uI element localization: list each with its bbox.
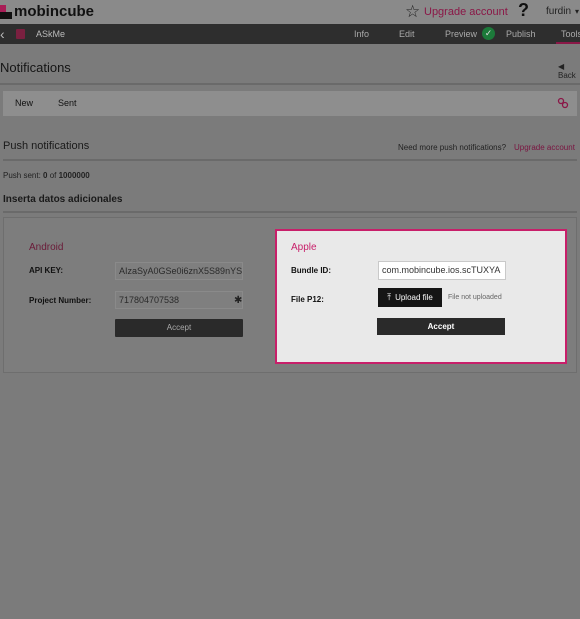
- app-name: ASkMe: [36, 29, 66, 39]
- star-icon[interactable]: ☆: [405, 3, 420, 20]
- check-icon: ✓: [482, 27, 495, 40]
- app-icon: [16, 29, 25, 39]
- upload-file-button[interactable]: ⤒ Upload file: [378, 288, 442, 307]
- need-more-text: Need more push notifications?: [398, 143, 507, 152]
- active-tab-indicator: [556, 42, 580, 44]
- required-icon: ✱: [234, 295, 243, 306]
- push-sent-of: of: [47, 171, 59, 180]
- top-bar: mobincube ☆ Upgrade account ? furdin ▾: [0, 0, 580, 24]
- page-title: Notifications: [0, 60, 71, 75]
- push-sent-total: 1000000: [58, 171, 90, 180]
- help-icon[interactable]: ?: [518, 0, 529, 21]
- project-number-input[interactable]: 717804707538: [115, 291, 243, 309]
- tab-publish[interactable]: Publish: [506, 29, 536, 39]
- upload-file-label: Upload file: [395, 293, 433, 302]
- tab-edit[interactable]: Edit: [399, 29, 415, 39]
- chevron-down-icon[interactable]: ▾: [575, 7, 579, 16]
- extra-data-title: Inserta datos adicionales: [3, 194, 123, 205]
- back-arrow-icon[interactable]: ‹: [0, 26, 5, 42]
- push-sent-prefix: Push sent:: [3, 171, 44, 180]
- back-link[interactable]: ◀ Back: [558, 62, 580, 80]
- apple-accept-button[interactable]: Accept: [377, 318, 505, 335]
- apple-title: Apple: [291, 242, 317, 253]
- notifications-tabs: New Sent: [3, 91, 577, 116]
- divider: [0, 83, 580, 85]
- logo-mark-icon: [0, 4, 12, 19]
- file-p12-label: File P12:: [291, 295, 324, 304]
- api-key-label: API KEY:: [29, 266, 64, 275]
- android-title: Android: [29, 242, 64, 253]
- push-notifications-title: Push notifications: [3, 140, 90, 152]
- upgrade-account-link[interactable]: Upgrade account: [424, 6, 508, 18]
- file-status-text: File not uploaded: [448, 294, 502, 301]
- upload-icon: ⤒: [387, 292, 392, 302]
- brand-name: mobincube: [14, 3, 95, 20]
- tab-sent[interactable]: Sent: [58, 98, 77, 108]
- bundle-id-label: Bundle ID:: [291, 266, 331, 275]
- bundle-id-input[interactable]: com.mobincube.ios.scTUXYA: [378, 261, 506, 280]
- app-nav-bar: ‹ ASkMe Info Edit Preview ✓ Publish Tool…: [0, 24, 580, 44]
- android-accept-button[interactable]: Accept: [115, 319, 243, 337]
- push-sent-counter: Push sent: 0 of 1000000: [3, 171, 90, 180]
- tab-tools[interactable]: Tools: [561, 29, 580, 39]
- tab-new[interactable]: New: [15, 98, 33, 108]
- upgrade-account-link-secondary[interactable]: Upgrade account: [514, 143, 575, 152]
- divider: [3, 159, 577, 161]
- api-key-input[interactable]: AIzaSyA0GSe0i6znX5S89nYSn: [115, 262, 243, 280]
- tab-preview[interactable]: Preview: [445, 29, 477, 39]
- project-number-label: Project Number:: [29, 296, 92, 305]
- divider: [3, 211, 577, 213]
- settings-icon[interactable]: [557, 97, 569, 109]
- mobincube-logo[interactable]: mobincube: [0, 3, 94, 20]
- user-menu[interactable]: furdin: [546, 6, 571, 17]
- tab-info[interactable]: Info: [354, 29, 369, 39]
